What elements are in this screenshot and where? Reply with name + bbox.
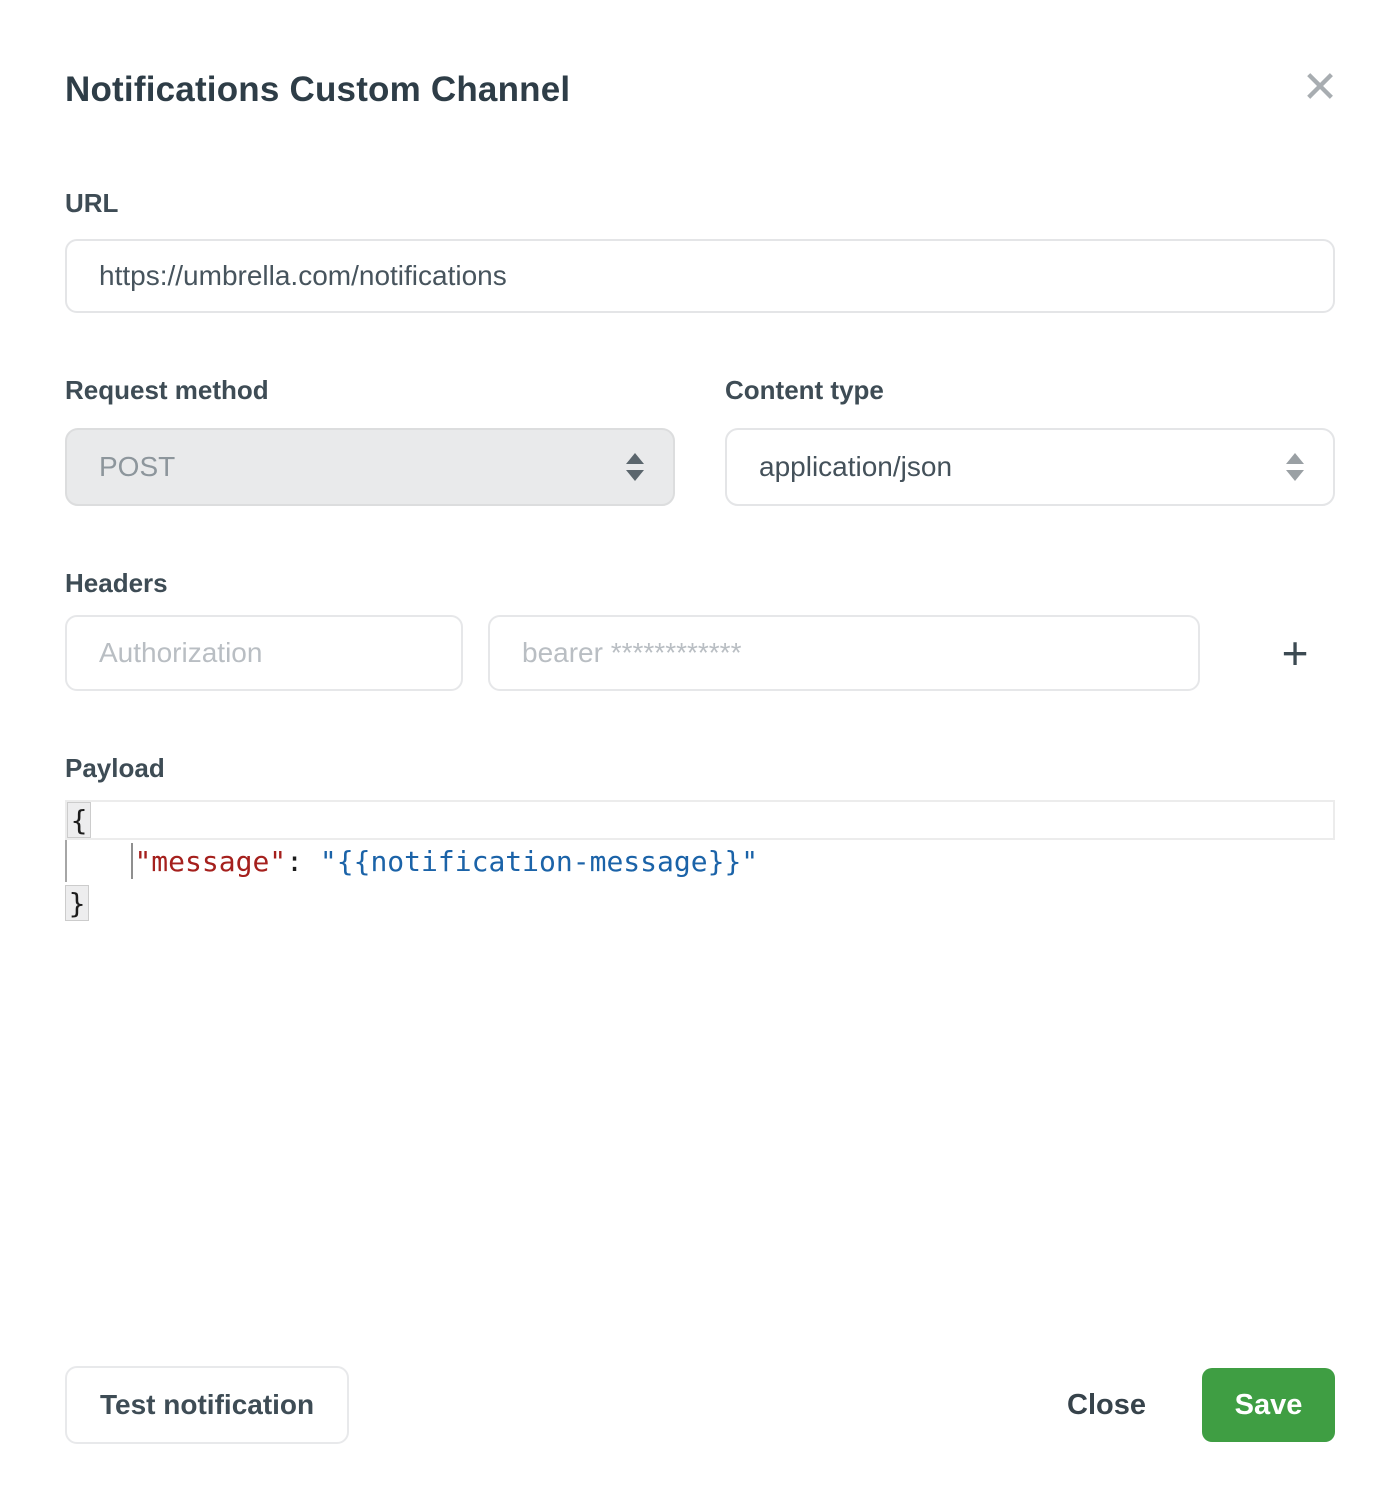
colon-token: :: [286, 845, 320, 878]
header-value-input[interactable]: [488, 615, 1200, 691]
close-button[interactable]: Close: [1067, 1389, 1146, 1422]
content-type-value: application/json: [759, 451, 952, 483]
content-type-label: Content type: [725, 375, 1335, 406]
header-name-input[interactable]: [65, 615, 463, 691]
close-icon[interactable]: ✕: [1290, 58, 1350, 118]
json-key-token: "message": [134, 845, 286, 878]
request-method-value: POST: [99, 451, 175, 483]
request-method-select[interactable]: POST: [65, 428, 675, 506]
content-type-group: Content type application/json: [725, 375, 1335, 506]
save-button[interactable]: Save: [1202, 1368, 1335, 1442]
dialog-title: Notifications Custom Channel: [65, 0, 1335, 110]
request-method-group: Request method POST: [65, 375, 675, 506]
headers-label: Headers: [65, 568, 1335, 599]
text-cursor: [131, 843, 133, 879]
content-type-select[interactable]: application/json: [725, 428, 1335, 506]
payload-editor[interactable]: { "message" : "{{notification-message}}"…: [65, 800, 1335, 924]
request-method-label: Request method: [65, 375, 675, 406]
url-label: URL: [65, 188, 1335, 219]
chevron-updown-icon: [625, 451, 645, 483]
dialog-footer: Test notification Close Save: [65, 1366, 1335, 1444]
close-brace-token: }: [65, 885, 89, 921]
open-brace-token: {: [67, 802, 91, 838]
indent-token: [67, 845, 134, 878]
notifications-custom-channel-dialog: Notifications Custom Channel ✕ URL Reque…: [0, 0, 1400, 1508]
payload-line-1: {: [65, 800, 1335, 840]
headers-row: +: [65, 615, 1335, 691]
add-header-icon[interactable]: +: [1267, 625, 1323, 681]
payload-label: Payload: [65, 753, 1335, 784]
chevron-updown-icon: [1285, 451, 1305, 483]
json-value-token: "{{notification-message}}": [320, 845, 758, 878]
payload-line-2: "message" : "{{notification-message}}": [65, 840, 1335, 882]
payload-line-3: }: [65, 882, 1335, 924]
test-notification-button[interactable]: Test notification: [65, 1366, 349, 1444]
method-contenttype-row: Request method POST Content type applica…: [65, 375, 1335, 506]
url-input[interactable]: [65, 239, 1335, 313]
